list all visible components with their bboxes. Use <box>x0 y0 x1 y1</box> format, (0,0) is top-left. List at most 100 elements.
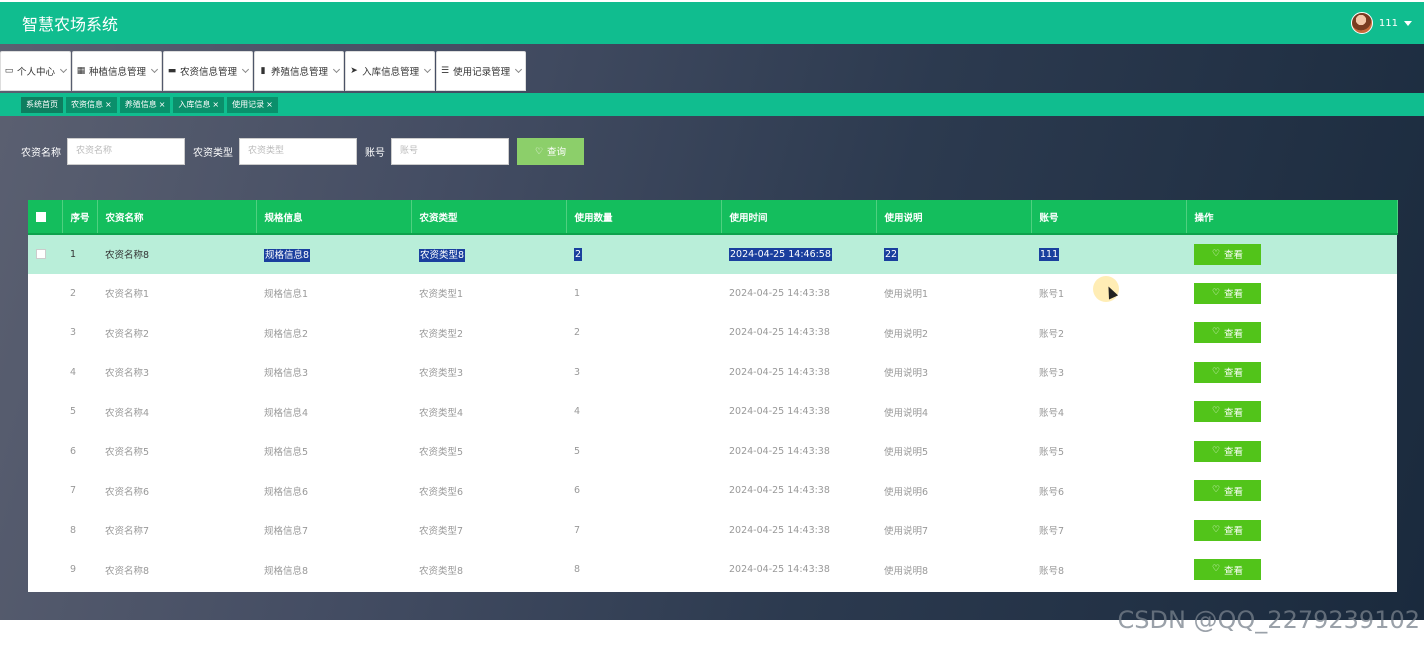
table-cell: 8 <box>566 550 721 590</box>
row-checkbox[interactable] <box>36 249 46 260</box>
table-row[interactable]: 6 农资名称5 规格信息5 农资类型5 5 2024-04-25 14:43:38 使用说明… <box>28 432 1397 472</box>
table-row[interactable]: 5 农资名称4 规格信息4 农资类型4 4 2024-04-25 14:43:38 使用说明… <box>28 392 1397 432</box>
user-menu[interactable]: 111 <box>1350 12 1412 34</box>
action-cell: ♡ 查看 <box>1186 550 1397 590</box>
table-cell: 使用说明7 <box>876 511 1031 551</box>
menu-item-3[interactable]: ▮ 养殖信息管理 <box>254 51 345 91</box>
column-header: 序号 <box>62 200 98 235</box>
tag-1[interactable]: 农资信息 × <box>66 96 117 113</box>
app-title: 智慧农场系统 <box>22 15 119 34</box>
view-button[interactable]: ♡ 查看 <box>1194 480 1261 502</box>
table-cell: 农资名称2 <box>97 313 256 353</box>
cell-text: 2024-04-25 14:43:38 <box>729 366 830 378</box>
table-cell: 使用说明4 <box>876 392 1031 432</box>
name-input[interactable] <box>67 137 185 165</box>
cell-text: 农资类型1 <box>419 289 464 301</box>
view-label: 查看 <box>1224 486 1244 498</box>
cell-text: 4 <box>70 366 77 378</box>
view-button[interactable]: ♡ 查看 <box>1194 559 1261 581</box>
grid-icon: ▦ <box>76 66 86 76</box>
caret-down-icon <box>1404 20 1412 26</box>
close-icon[interactable]: × <box>212 97 219 113</box>
table-cell: 农资名称1 <box>97 274 256 314</box>
table-row[interactable]: 7 农资名称6 规格信息6 农资类型6 6 2024-04-25 14:43:38 使用说明… <box>28 471 1397 511</box>
table-row[interactable]: 2 农资名称1 规格信息1 农资类型1 1 2024-04-25 14:43:38 使用说明… <box>28 274 1397 314</box>
menu-item-5[interactable]: ☰ 使用记录管理 <box>436 51 527 91</box>
heart-icon: ♡ <box>1211 366 1221 377</box>
tag-3[interactable]: 入库信息 × <box>173 96 225 113</box>
table-cell: 农资类型5 <box>411 432 566 472</box>
table-cell: 22 <box>876 234 1031 274</box>
cell-text: 农资名称7 <box>105 526 150 538</box>
type-label: 农资类型 <box>193 147 233 159</box>
send-icon: ➤ <box>350 66 358 76</box>
row-select-cell <box>28 234 62 274</box>
view-button[interactable]: ♡ 查看 <box>1194 243 1261 265</box>
table-cell: 2024-04-25 14:43:38 <box>721 353 876 393</box>
username: 111 <box>1378 17 1398 29</box>
tag-2[interactable]: 养殖信息 × <box>119 96 171 113</box>
cell-text: 农资名称1 <box>105 289 150 301</box>
heart-icon: ♡ <box>1211 287 1221 298</box>
table-cell: 规格信息8 <box>256 234 411 274</box>
cell-text: 农资类型8 <box>419 565 464 577</box>
row-select-cell <box>28 432 62 472</box>
cell-text: 规格信息3 <box>264 368 309 380</box>
cell-text: 农资类型7 <box>419 526 464 538</box>
select-all-checkbox[interactable] <box>36 211 46 222</box>
close-icon[interactable]: × <box>266 97 273 113</box>
tag-4[interactable]: 使用记录 × <box>227 96 278 113</box>
cell-text: 1 <box>70 248 77 260</box>
table-cell: 8 <box>62 511 97 551</box>
view-button[interactable]: ♡ 查看 <box>1194 361 1261 383</box>
menu-item-4[interactable]: ➤ 入库信息管理 <box>345 51 436 91</box>
select-all-cell <box>28 200 63 235</box>
cell-text: 使用说明3 <box>884 368 929 380</box>
cell-text: 账号4 <box>1039 407 1065 419</box>
view-button[interactable]: ♡ 查看 <box>1194 322 1261 344</box>
menu-item-1[interactable]: ▦ 种植信息管理 <box>72 51 163 91</box>
view-button[interactable]: ♡ 查看 <box>1194 282 1261 304</box>
row-select-cell <box>28 274 62 314</box>
table-row[interactable]: 4 农资名称3 规格信息3 农资类型3 3 2024-04-25 14:43:38 使用说明… <box>28 353 1397 393</box>
row-select-cell <box>28 392 62 432</box>
cell-text: 农资类型3 <box>419 368 464 380</box>
menu-item-label: 使用记录管理 <box>453 67 511 78</box>
account-input[interactable] <box>391 137 509 165</box>
table-row[interactable]: 9 农资名称8 规格信息8 农资类型8 8 2024-04-25 14:43:38 使用说明… <box>28 550 1397 590</box>
table-cell: 农资类型2 <box>411 313 566 353</box>
close-icon[interactable]: × <box>159 97 166 113</box>
query-button[interactable]: ♡ 查询 <box>517 137 584 165</box>
cell-text: 农资名称6 <box>105 486 150 498</box>
table-cell: 农资类型4 <box>411 392 566 432</box>
cell-text: 3 <box>70 327 77 339</box>
menu-item-0[interactable]: ▭ 个人中心 <box>0 51 72 91</box>
table-cell: 农资类型8 <box>411 550 566 590</box>
table-cell: 规格信息8 <box>256 550 411 590</box>
table-cell: 2024-04-25 14:46:58 <box>721 234 876 274</box>
tag-0[interactable]: 系统首页 <box>21 96 63 113</box>
column-header: 规格信息 <box>256 200 412 235</box>
view-button[interactable]: ♡ 查看 <box>1194 401 1261 423</box>
type-input[interactable] <box>239 137 357 165</box>
cell-text: 账号7 <box>1039 526 1065 538</box>
table-cell: 7 <box>566 511 721 551</box>
cell-text: 账号5 <box>1039 447 1065 459</box>
view-button[interactable]: ♡ 查看 <box>1194 519 1261 541</box>
avatar[interactable] <box>1350 12 1373 34</box>
view-button[interactable]: ♡ 查看 <box>1194 440 1261 462</box>
cell-text: 2024-04-25 14:43:38 <box>729 406 830 418</box>
cell-text: 账号8 <box>1039 565 1065 577</box>
table-cell: 6 <box>62 432 97 472</box>
table-row[interactable]: 3 农资名称2 规格信息2 农资类型2 2 2024-04-25 14:43:38 使用说明… <box>28 313 1397 353</box>
cell-text: 使用说明5 <box>884 447 929 459</box>
close-icon[interactable]: × <box>105 97 112 113</box>
table-cell: 2 <box>566 234 721 274</box>
table-row[interactable]: 1 农资名称8 规格信息8 农资类型8 2 2024-04-25 14:46:58 22 11… <box>28 234 1397 274</box>
table-row[interactable]: 8 农资名称7 规格信息7 农资类型7 7 2024-04-25 14:43:38 使用说明… <box>28 511 1397 551</box>
menu-item-2[interactable]: ▬ 农资信息管理 <box>163 51 254 91</box>
cell-text: 2 <box>70 287 77 299</box>
heart-icon: ♡ <box>1211 445 1221 456</box>
table-cell: 规格信息3 <box>256 353 411 393</box>
cell-text: 1 <box>574 287 581 299</box>
